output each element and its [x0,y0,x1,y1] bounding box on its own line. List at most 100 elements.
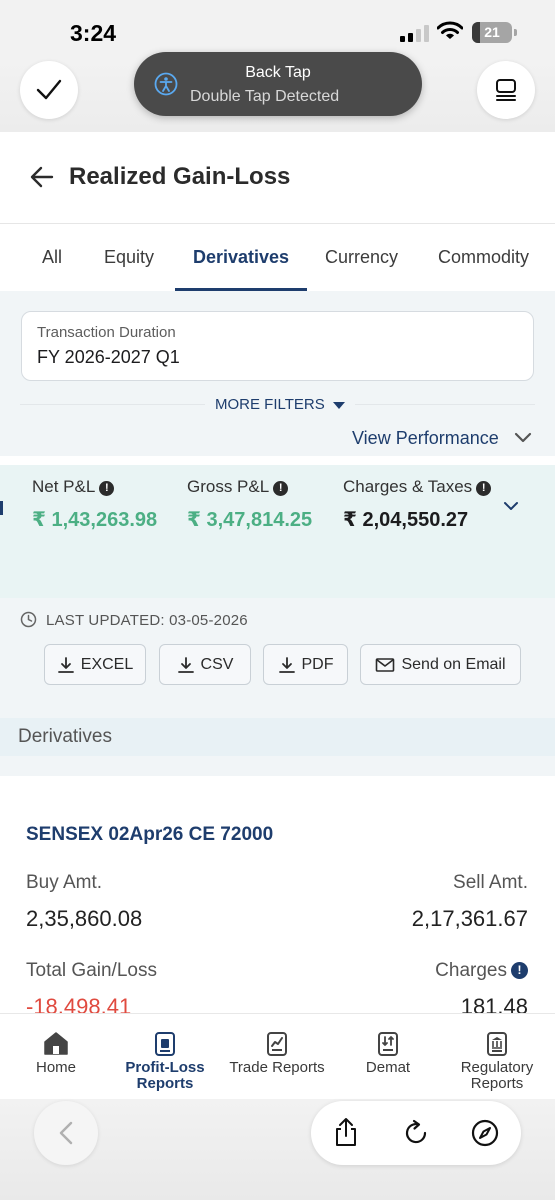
info-icon[interactable]: ! [99,481,115,496]
checkmark-icon [36,79,62,100]
nav-reg-line1: Regulatory [460,1059,534,1076]
nav-home-label: Home [35,1059,76,1076]
back-arrow-icon[interactable] [30,166,54,188]
chevron-left-icon [59,1121,73,1145]
compass-icon[interactable] [471,1119,499,1147]
tabs-icon [496,79,516,101]
info-icon[interactable]: ! [273,481,289,496]
pl-summary-card: Net P&L! ₹ 1,43,263.98 Gross P&L! ₹ 3,47… [0,465,555,598]
nav-demat-label: Demat [365,1059,411,1076]
browser-top-bar: Back Tap Double Tap Detected [0,52,555,132]
buy-amount-label: Buy Amt. [26,872,103,893]
charges-taxes-metric: Charges & Taxes! ₹ 2,04,550.27 [343,477,492,532]
charges-label: Charges [435,960,507,981]
nav-regulatory-label: Regulatory Reports [446,1060,548,1092]
more-filters-button[interactable]: MORE FILTERS [205,396,355,413]
nav-trade-reports-label: Trade Reports [229,1059,325,1076]
wifi-icon [437,21,463,39]
total-gain-loss-label: Total Gain/Loss [26,960,157,981]
send-email-label: Send on Email [401,655,506,673]
download-icon [177,656,194,673]
info-icon[interactable]: ! [511,962,528,979]
csv-label: CSV [200,655,234,673]
chevron-down-icon[interactable] [514,432,532,444]
nav-profit-loss-label: Profit-Loss Reports [114,1060,216,1092]
transaction-duration-field[interactable]: Transaction Duration FY 2026-2027 Q1 [21,311,534,381]
page-title: Realized Gain-Loss [69,163,291,190]
charges-taxes-label: Charges & Taxes [343,477,473,496]
tab-commodity[interactable]: Commodity [438,247,529,268]
email-icon [376,657,395,672]
net-pl-label: Net P&L [32,477,96,496]
section-spacer [0,756,555,776]
gross-pl-metric: Gross P&L! ₹ 3,47,814.25 [187,477,312,532]
nav-trade-reports[interactable]: Trade Reports [222,1014,332,1100]
excel-export-button[interactable]: EXCEL [44,644,146,685]
duration-label: Transaction Duration [37,324,176,341]
toast-subtitle: Double Tap Detected [190,88,340,105]
cellular-signal-icon [400,24,430,42]
share-icon[interactable] [333,1117,359,1147]
sell-amount-value: 2,17,361.67 [411,906,528,931]
instrument-name[interactable]: SENSEX 02Apr26 CE 72000 [26,824,273,846]
caret-down-icon [332,401,345,409]
send-email-button[interactable]: Send on Email [360,644,521,685]
nav-profit-loss-reports[interactable]: Profit-Loss Reports [114,1014,216,1100]
status-time: 3:24 [70,20,117,46]
status-bar: 3:24 21 [0,0,555,60]
download-icon [57,656,74,673]
browser-back-button[interactable] [34,1101,98,1165]
export-area: LAST UPDATED: 03-05-2026 EXCEL CSV PDF S… [0,598,555,718]
nav-demat[interactable]: Demat [340,1014,436,1100]
trade-report-icon [267,1032,287,1056]
pdf-label: PDF [301,655,334,673]
filter-area: Transaction Duration FY 2026-2027 Q1 MOR… [0,291,555,456]
tab-equity[interactable]: Equity [104,247,154,268]
excel-label: EXCEL [80,655,134,673]
segment-tabs: All Equity Derivatives Currency Commodit… [0,225,555,291]
gross-pl-value: ₹ 3,47,814.25 [187,509,313,531]
reload-icon[interactable] [402,1119,430,1147]
nav-pl-line1: Profit-Loss [125,1059,205,1076]
done-button[interactable] [20,61,78,119]
section-header: Derivatives [0,718,555,756]
buy-amount-value: 2,35,860.08 [26,906,143,931]
tab-overview-button[interactable] [477,61,535,119]
nav-regulatory-reports[interactable]: Regulatory Reports [446,1014,548,1100]
clock-icon [20,611,37,628]
net-pl-value: ₹ 1,43,263.98 [32,509,158,531]
page-header: Realized Gain-Loss [0,132,555,224]
sell-amount-label: Sell Amt. [453,872,528,893]
toast-title: Back Tap [245,64,311,81]
regulatory-icon [487,1032,507,1056]
tab-all[interactable]: All [42,247,62,268]
view-performance-button[interactable]: View Performance [352,428,499,449]
info-icon[interactable]: ! [476,481,492,496]
nav-home[interactable]: Home [10,1014,102,1100]
gross-pl-label: Gross P&L [187,477,270,496]
csv-export-button[interactable]: CSV [159,644,251,685]
pdf-export-button[interactable]: PDF [263,644,348,685]
tab-currency[interactable]: Currency [325,247,398,268]
trade-card[interactable]: SENSEX 02Apr26 CE 72000 Buy Amt. Sell Am… [0,776,555,1019]
charges-taxes-value: ₹ 2,04,550.27 [343,509,469,531]
scroll-indicator [0,501,3,515]
browser-bottom-toolbar [0,1099,555,1200]
browser-tools [311,1101,521,1165]
home-icon [44,1032,68,1055]
battery-level: 21 [484,24,500,40]
charges-label-group: Charges! [435,960,528,982]
nav-pl-line2: Reports [136,1075,194,1092]
more-filters-label: MORE FILTERS [215,396,325,413]
report-icon [155,1032,175,1056]
tab-derivatives[interactable]: Derivatives [193,247,289,268]
chevron-down-icon[interactable] [503,501,519,511]
back-tap-toast: Back Tap Double Tap Detected [134,52,422,116]
last-updated-text: LAST UPDATED: 03-05-2026 [46,612,248,629]
nav-reg-line2: Reports [470,1075,524,1092]
bottom-navigation: Home Profit-Loss Reports Trade Reports D… [0,1013,555,1099]
demat-icon [378,1032,398,1056]
duration-value: FY 2026-2027 Q1 [37,347,180,367]
download-icon [278,656,295,673]
battery-indicator: 21 [472,22,517,43]
